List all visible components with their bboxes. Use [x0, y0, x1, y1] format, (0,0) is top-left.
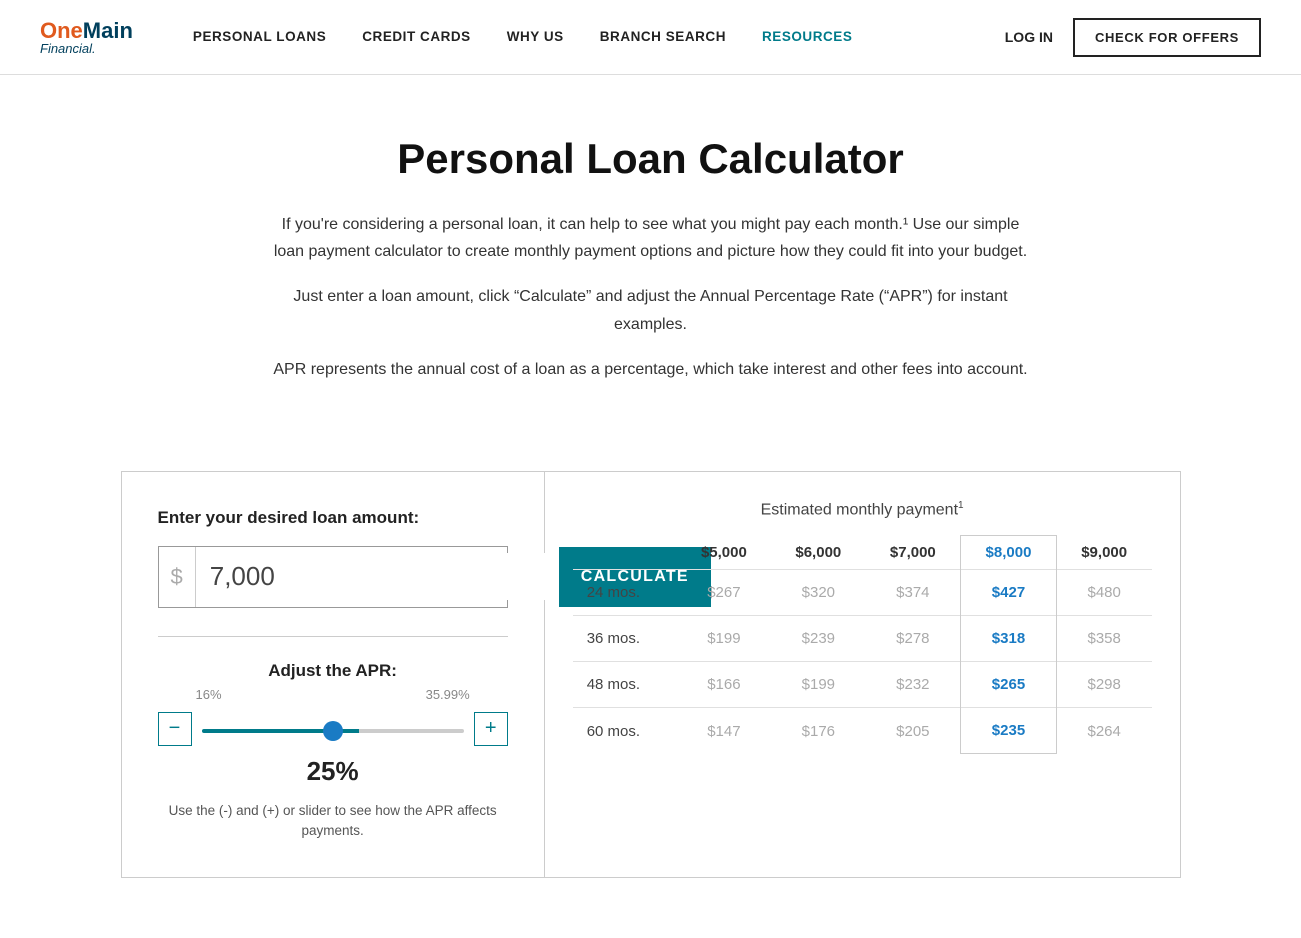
- apr-slider-hint: Use the (-) and (+) or slider to see how…: [158, 801, 508, 842]
- cell-24-5000: $267: [677, 570, 771, 616]
- slider-row: − +: [158, 712, 508, 746]
- slider-wrap: [202, 720, 464, 738]
- calculator-section: Enter your desired loan amount: $ CALCUL…: [121, 471, 1181, 879]
- col-header-empty: [573, 536, 677, 570]
- nav-branch-search[interactable]: BRANCH SEARCH: [600, 29, 726, 44]
- cell-60-8000: $235: [961, 708, 1057, 754]
- cell-36-8000: $318: [961, 616, 1057, 662]
- apr-plus-button[interactable]: +: [474, 712, 508, 746]
- cell-48-8000: $265: [961, 662, 1057, 708]
- col-header-8000: $8,000: [961, 536, 1057, 570]
- nav-credit-cards[interactable]: CREDIT CARDS: [362, 29, 470, 44]
- login-link[interactable]: LOG IN: [1005, 29, 1053, 45]
- col-header-7000: $7,000: [866, 536, 961, 570]
- hero-p2: Just enter a loan amount, click “Calcula…: [271, 283, 1031, 337]
- cell-36-7000: $278: [866, 616, 961, 662]
- row-label-36: 36 mos.: [573, 616, 677, 662]
- cell-24-6000: $320: [771, 570, 865, 616]
- logo-onemain: OneMain: [40, 20, 133, 42]
- page-title: Personal Loan Calculator: [271, 135, 1031, 183]
- navbar: OneMain Financial. PERSONAL LOANS CREDIT…: [0, 0, 1301, 75]
- loan-amount-input[interactable]: [196, 553, 559, 600]
- loan-input-row: $ CALCULATE: [158, 546, 508, 608]
- table-row: 60 mos. $147 $176 $205 $235 $264: [573, 708, 1152, 754]
- nav-why-us[interactable]: WHY US: [507, 29, 564, 44]
- apr-label: Adjust the APR:: [158, 661, 508, 681]
- hero-section: Personal Loan Calculator If you're consi…: [251, 75, 1051, 441]
- table-title: Estimated monthly payment1: [573, 500, 1152, 519]
- apr-max: 35.99%: [426, 687, 470, 702]
- logo[interactable]: OneMain Financial.: [40, 20, 133, 55]
- apr-slider[interactable]: [202, 729, 464, 733]
- cell-36-5000: $199: [677, 616, 771, 662]
- cell-36-6000: $239: [771, 616, 865, 662]
- hero-p1: If you're considering a personal loan, i…: [271, 211, 1031, 265]
- cell-48-5000: $166: [677, 662, 771, 708]
- cell-60-6000: $176: [771, 708, 865, 754]
- row-label-60: 60 mos.: [573, 708, 677, 754]
- table-row: 24 mos. $267 $320 $374 $427 $480: [573, 570, 1152, 616]
- row-label-48: 48 mos.: [573, 662, 677, 708]
- nav-personal-loans[interactable]: PERSONAL LOANS: [193, 29, 326, 44]
- nav-links: PERSONAL LOANS CREDIT CARDS WHY US BRANC…: [193, 28, 1005, 46]
- cell-48-7000: $232: [866, 662, 961, 708]
- col-header-5000: $5,000: [677, 536, 771, 570]
- table-row: 48 mos. $166 $199 $232 $265 $298: [573, 662, 1152, 708]
- check-for-offers-button[interactable]: CHECK FOR OFFERS: [1073, 18, 1261, 57]
- cell-48-9000: $298: [1056, 662, 1151, 708]
- logo-financial: Financial.: [40, 42, 133, 55]
- nav-resources[interactable]: RESOURCES: [762, 29, 852, 44]
- cell-60-5000: $147: [677, 708, 771, 754]
- cell-60-9000: $264: [1056, 708, 1151, 754]
- cell-24-7000: $374: [866, 570, 961, 616]
- cell-24-8000: $427: [961, 570, 1057, 616]
- apr-minus-button[interactable]: −: [158, 712, 192, 746]
- col-header-6000: $6,000: [771, 536, 865, 570]
- nav-right: LOG IN CHECK FOR OFFERS: [1005, 18, 1261, 57]
- cell-36-9000: $358: [1056, 616, 1151, 662]
- loan-amount-label: Enter your desired loan amount:: [158, 508, 508, 528]
- hero-p3: APR represents the annual cost of a loan…: [271, 356, 1031, 383]
- table-header-row: $5,000 $6,000 $7,000 $8,000 $9,000: [573, 536, 1152, 570]
- apr-min: 16%: [196, 687, 222, 702]
- dollar-sign: $: [159, 547, 196, 607]
- cell-48-6000: $199: [771, 662, 865, 708]
- apr-limits: 16% 35.99%: [158, 687, 508, 702]
- cell-24-9000: $480: [1056, 570, 1151, 616]
- col-header-9000: $9,000: [1056, 536, 1151, 570]
- calc-left-panel: Enter your desired loan amount: $ CALCUL…: [122, 472, 545, 878]
- divider: [158, 636, 508, 637]
- calc-right-panel: Estimated monthly payment1 $5,000 $6,000…: [545, 472, 1180, 878]
- payment-table: $5,000 $6,000 $7,000 $8,000 $9,000 24 mo…: [573, 535, 1152, 754]
- table-row: 36 mos. $199 $239 $278 $318 $358: [573, 616, 1152, 662]
- row-label-24: 24 mos.: [573, 570, 677, 616]
- apr-value-display: 25%: [158, 756, 508, 787]
- cell-60-7000: $205: [866, 708, 961, 754]
